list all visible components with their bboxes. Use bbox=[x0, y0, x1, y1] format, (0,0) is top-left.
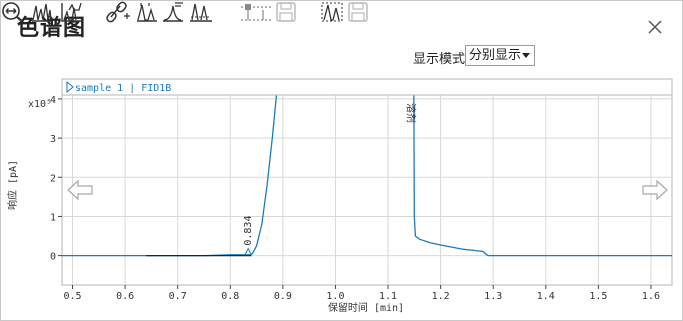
x-axis-label: 保留时间 [min] bbox=[328, 301, 404, 314]
x-tick-label: 1.5 bbox=[589, 291, 607, 302]
chromatogram-chart: 0.5 0.6 0.7 0.8 0.9 1.0 1.1 1.2 1.3 1.4 1.5 1.6 0 1 2 3… bbox=[6, 78, 673, 314]
x-tick-label: 0.7 bbox=[169, 291, 187, 302]
y-tick-label: 3 bbox=[50, 134, 56, 145]
x-tick-label: 0.9 bbox=[274, 291, 292, 302]
legend-text: sample 1 | FID1B bbox=[75, 83, 171, 94]
y-multiplier: x10⁵ bbox=[28, 99, 52, 110]
x-tick-label: 1.1 bbox=[379, 291, 397, 302]
x-tick-label: 1.6 bbox=[642, 291, 660, 302]
y-axis-label: 响应 [pA] bbox=[6, 160, 19, 210]
peak-time-label: 0.834 bbox=[243, 216, 254, 246]
x-tick-label: 1.4 bbox=[537, 291, 555, 302]
y-tick-label: 0 bbox=[50, 252, 56, 263]
solvent-label: 溶剂 bbox=[405, 103, 418, 123]
x-tick-label: 0.6 bbox=[116, 291, 134, 302]
x-tick-label: 1.0 bbox=[326, 291, 344, 302]
y-tick-label: 2 bbox=[50, 173, 56, 184]
x-tick-label: 0.8 bbox=[221, 291, 239, 302]
x-tick-label: 1.2 bbox=[432, 291, 450, 302]
x-tick-label: 1.3 bbox=[484, 291, 502, 302]
y-tick-label: 1 bbox=[50, 212, 56, 223]
x-tick-label: 0.5 bbox=[63, 291, 81, 302]
plot-border bbox=[61, 78, 673, 286]
